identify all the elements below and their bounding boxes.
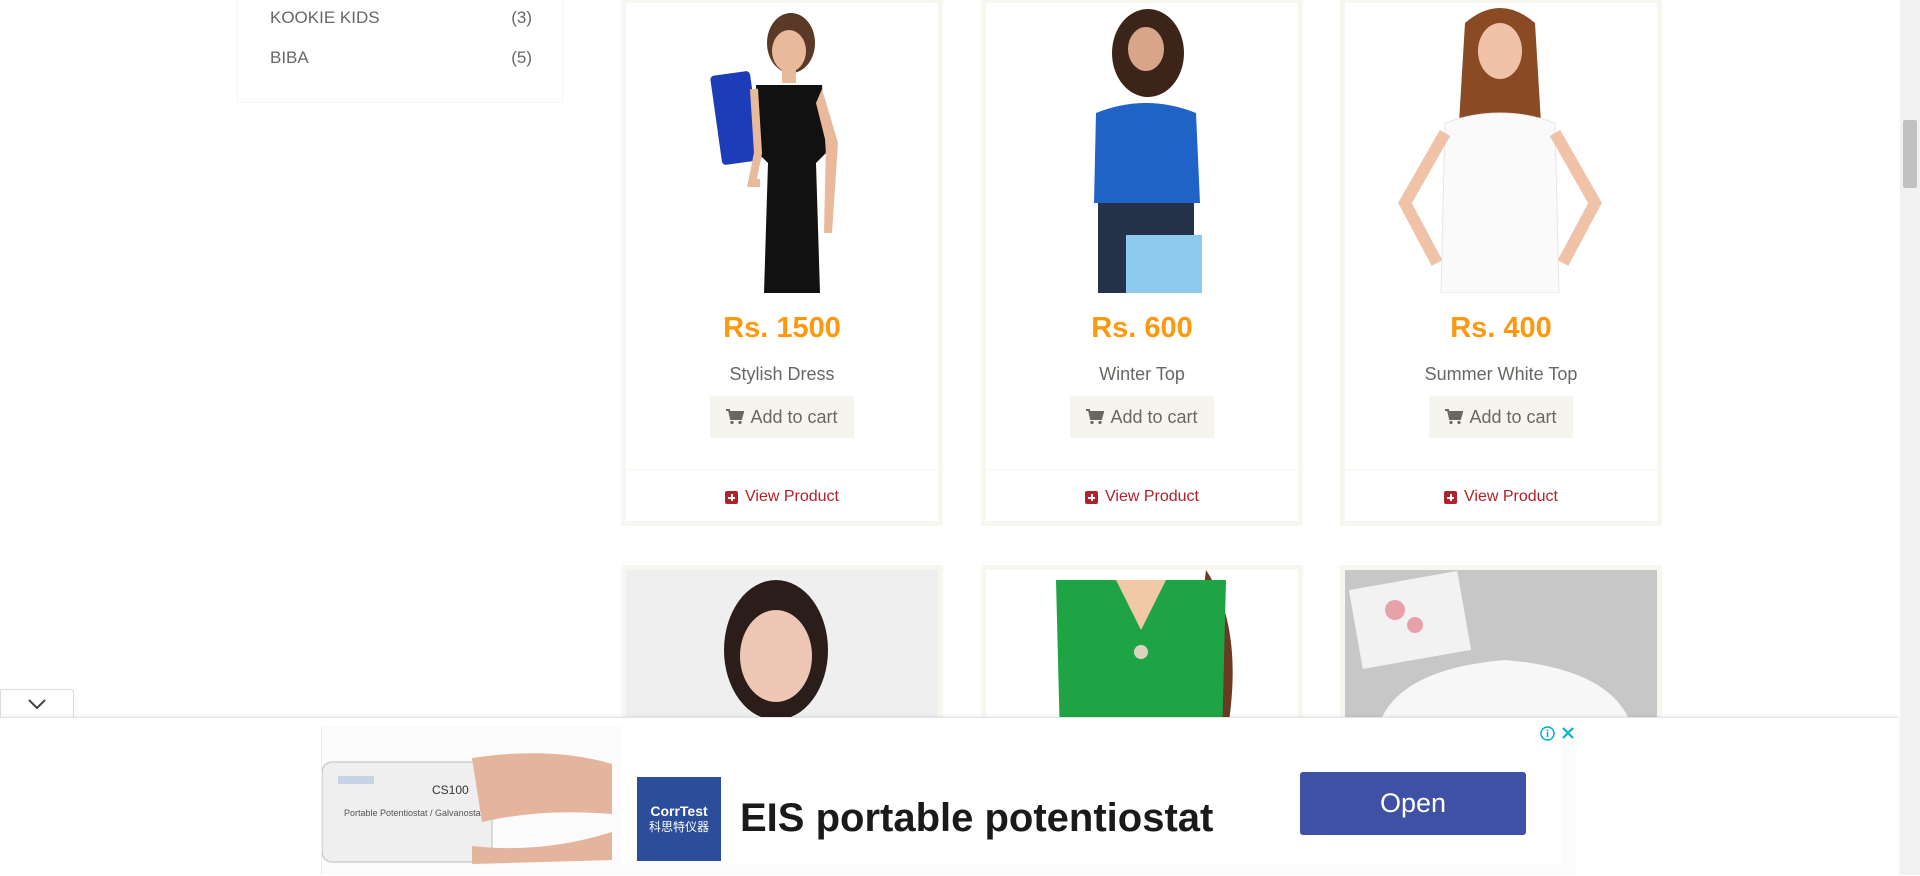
- chevron-down-icon: [28, 699, 46, 709]
- shopping-cart-icon: [726, 409, 745, 425]
- shopping-cart-icon: [1445, 409, 1464, 425]
- product-name: Stylish Dress: [729, 364, 835, 384]
- view-product-link[interactable]: View Product: [626, 488, 938, 506]
- ad-frame[interactable]: CS100 Portable Potentiostat / Galvanosta…: [321, 726, 1576, 875]
- product-card: [1340, 565, 1662, 735]
- brand-name[interactable]: BIBA: [270, 48, 309, 68]
- brand-item-kookie-kids[interactable]: KOOKIE KIDS (3): [270, 6, 532, 30]
- add-to-cart-button[interactable]: Add to cart: [710, 396, 854, 438]
- product-name: Winter Top: [1099, 364, 1185, 384]
- product-image: [986, 3, 1298, 293]
- product-image: [1345, 570, 1657, 735]
- product-price: Rs. 600: [1091, 312, 1193, 344]
- product-card: [621, 565, 943, 735]
- scrollbar-thumb[interactable]: [1903, 120, 1917, 188]
- add-to-cart-button[interactable]: Add to cart: [1070, 396, 1214, 438]
- product-image: [626, 3, 938, 293]
- product-card: Rs. 400 Summer White Top Add to cart Vie…: [1340, 0, 1662, 526]
- product-card: [981, 565, 1303, 735]
- ad-brand-logo: CorrTest 科思特仪器: [637, 777, 721, 861]
- info-icon[interactable]: [1540, 726, 1555, 741]
- plus-square-icon: [1085, 490, 1098, 504]
- ad-product-image: CS100 Portable Potentiostat / Galvanosta…: [322, 753, 612, 864]
- product-image: [986, 570, 1298, 735]
- product-price: Rs. 400: [1450, 312, 1552, 344]
- brand-count: (5): [511, 48, 532, 67]
- add-to-cart-label: Add to cart: [1469, 406, 1557, 427]
- divider: [986, 469, 1298, 470]
- ad-collapse-toggle[interactable]: [0, 689, 74, 718]
- divider: [626, 469, 938, 470]
- view-product-link[interactable]: View Product: [1345, 488, 1657, 506]
- ad-device-model: CS100: [432, 783, 469, 797]
- view-product-label[interactable]: View Product: [745, 488, 839, 506]
- add-to-cart-button[interactable]: Add to cart: [1429, 396, 1573, 438]
- view-product-label[interactable]: View Product: [1464, 488, 1558, 506]
- brand-item-biba[interactable]: BIBA (5): [270, 46, 532, 70]
- product-card: Rs. 1500 Stylish Dress Add to cart View …: [621, 0, 943, 526]
- ad-device-text: Portable Potentiostat / Galvanostat: [344, 808, 484, 818]
- brand-count: (3): [511, 8, 532, 27]
- brands-panel: KOOKIE KIDS (3) BIBA (5): [237, 0, 563, 103]
- ad-brand-subtitle: 科思特仪器: [648, 820, 709, 835]
- add-to-cart-label: Add to cart: [750, 406, 838, 427]
- plus-square-icon: [1444, 490, 1457, 504]
- product-name: Summer White Top: [1424, 364, 1578, 384]
- add-to-cart-label: Add to cart: [1110, 406, 1198, 427]
- brand-name[interactable]: KOOKIE KIDS: [270, 8, 380, 28]
- product-card: Rs. 600 Winter Top Add to cart View Prod…: [981, 0, 1303, 526]
- ad-headline[interactable]: EIS portable potentiostat: [740, 778, 1213, 858]
- shopping-cart-icon: [1086, 409, 1105, 425]
- ad-open-button[interactable]: Open: [1300, 772, 1526, 835]
- plus-square-icon: [725, 490, 738, 504]
- view-product-label[interactable]: View Product: [1105, 488, 1199, 506]
- divider: [1345, 469, 1657, 470]
- product-price: Rs. 1500: [723, 312, 841, 344]
- ad-controls: [1540, 726, 1575, 741]
- ad-brand-name: CorrTest: [650, 803, 708, 820]
- product-image: [1345, 3, 1657, 293]
- product-image: [626, 570, 938, 735]
- view-product-link[interactable]: View Product: [986, 488, 1298, 506]
- page-scrollbar[interactable]: [1900, 0, 1920, 875]
- close-icon[interactable]: [1561, 726, 1575, 740]
